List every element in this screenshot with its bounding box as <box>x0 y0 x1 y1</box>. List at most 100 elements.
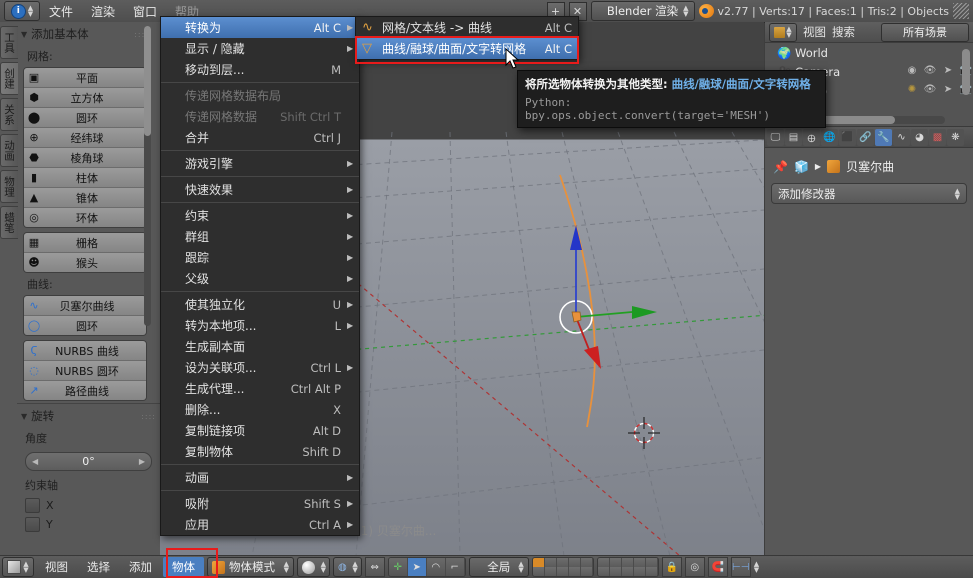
tab-grease-pencil[interactable]: 蜡笔 <box>0 206 18 239</box>
outliner-editor-type-selector[interactable]: ▲▼ <box>769 23 797 42</box>
snap-during-transform-button[interactable]: ⇔ <box>365 557 385 577</box>
tab-create[interactable]: 创建 <box>0 62 18 95</box>
menu-file[interactable]: 文件 <box>40 3 82 20</box>
tab-object-icon[interactable]: ⬛ <box>839 129 856 146</box>
tab-modifier-icon[interactable]: 🔧 <box>875 129 892 146</box>
layer-cell[interactable] <box>557 558 569 567</box>
layer-cell[interactable] <box>634 567 646 576</box>
add-nurbs-curve-button[interactable]: Ϛ NURBS 曲线 <box>24 341 146 361</box>
menu-item-convert-to[interactable]: 转换为 Alt C ▶ <box>161 17 359 38</box>
layer-cell[interactable] <box>533 558 545 567</box>
outliner-menu-view[interactable]: 视图 <box>803 24 826 40</box>
layer-cell[interactable] <box>557 567 569 576</box>
layer-cell[interactable] <box>533 567 545 576</box>
layer-cell[interactable] <box>598 558 610 567</box>
tab-world-icon[interactable]: 🌐 <box>821 129 838 146</box>
menu-item-make-single-user[interactable]: 使其独立化 U ▶ <box>161 294 359 315</box>
menu-item-duplicate-linked[interactable]: 复制链接项 Alt D <box>161 420 359 441</box>
checkbox-icon[interactable] <box>25 498 40 513</box>
eye-icon[interactable]: 👁 <box>923 84 937 97</box>
tab-animation[interactable]: 动画 <box>0 134 18 167</box>
arrow-right-icon[interactable]: ▶ <box>139 457 145 466</box>
tab-render-layers-icon[interactable]: ▤ <box>785 129 802 146</box>
menu-item-join[interactable]: 合并 Ctrl J <box>161 127 359 148</box>
axis-x-row[interactable]: X <box>17 496 160 515</box>
tab-tools[interactable]: 工具 <box>0 26 18 59</box>
panel-header-rotate[interactable]: ▼ 旋转 :::: <box>17 404 160 427</box>
menu-item-parent[interactable]: 父级 ▶ <box>161 268 359 289</box>
tab-constraints-icon[interactable]: 🔗 <box>857 129 874 146</box>
proportional-edit-button[interactable]: ◎ <box>685 557 705 577</box>
menu-item-track[interactable]: 跟踪 ▶ <box>161 247 359 268</box>
add-bezier-circle-button[interactable]: ◯ 圆环 <box>24 316 146 335</box>
tab-data-icon[interactable]: ∿ <box>893 129 910 146</box>
add-monkey-button[interactable]: ☻ 猴头 <box>24 253 146 272</box>
tab-relations[interactable]: 关系 <box>0 98 18 131</box>
layer-cell[interactable] <box>545 558 557 567</box>
toolshelf-scrollbar[interactable] <box>144 26 151 326</box>
menu-item-snap[interactable]: 吸附 Shift S ▶ <box>161 493 359 514</box>
arrow-left-icon[interactable]: ◀ <box>32 457 38 466</box>
tab-scene-icon[interactable]: 🜨 <box>803 129 820 146</box>
layer-cell[interactable] <box>646 567 658 576</box>
scale-manipulator-button[interactable]: ⌐ <box>446 558 465 576</box>
submenu-item-mesh-text-to-curve[interactable]: ∿ 网格/文本线 -> 曲线 Alt C <box>356 17 578 38</box>
convert-to-submenu[interactable]: ∿ 网格/文本线 -> 曲线 Alt C ▽ 曲线/融球/曲面/文字转网格 Al… <box>355 16 579 60</box>
menu-item-duplicate-objects[interactable]: 复制物体 Shift D <box>161 441 359 462</box>
menu-item-show-hide[interactable]: 显示 / 隐藏 ▶ <box>161 38 359 59</box>
menu-item-group[interactable]: 群组 ▶ <box>161 226 359 247</box>
view3d-menu-view[interactable]: 视图 <box>37 559 76 575</box>
pivot-point-selector[interactable]: ◍ ▲▼ <box>333 557 362 577</box>
view3d-editor-type-selector[interactable]: ▲▼ <box>2 557 34 577</box>
cursor-arrow-icon[interactable]: ➤ <box>941 84 955 97</box>
add-circle-button[interactable]: ⬤ 圆环 <box>24 108 146 128</box>
menu-item-make-dupli-face[interactable]: 生成副本面 <box>161 336 359 357</box>
viewport-shading-selector[interactable]: ▲▼ <box>297 557 330 577</box>
add-plane-button[interactable]: ▣ 平面 <box>24 68 146 88</box>
outliner-vertical-scrollbar[interactable] <box>962 49 970 95</box>
layer-cell[interactable] <box>598 567 610 576</box>
outliner-display-mode[interactable]: 所有场景 <box>881 23 969 42</box>
manipulator-toggle-button[interactable]: ✛ <box>389 558 408 576</box>
menu-item-move-to-layer[interactable]: 移动到层... M <box>161 59 359 80</box>
menu-render[interactable]: 渲染 <box>82 3 124 20</box>
menu-item-quick-effects[interactable]: 快速效果 ▶ <box>161 179 359 200</box>
menu-item-make-local[interactable]: 转为本地项... L ▶ <box>161 315 359 336</box>
add-cone-button[interactable]: ▲ 锥体 <box>24 188 146 208</box>
layer-cell[interactable] <box>581 567 593 576</box>
panel-header-add-primitive[interactable]: ▼ 添加基本体 :::: <box>17 22 153 45</box>
axis-y-row[interactable]: Y <box>17 515 160 534</box>
rotate-manipulator-button[interactable]: ◠ <box>427 558 446 576</box>
submenu-item-curve-meta-surf-text-to-mesh[interactable]: ▽ 曲线/融球/曲面/文字转网格 Alt C <box>356 38 578 59</box>
translate-manipulator-button[interactable]: ➤ <box>408 558 427 576</box>
menu-item-game-engine[interactable]: 游戏引擎 ▶ <box>161 153 359 174</box>
layer-cell[interactable] <box>581 558 593 567</box>
menu-item-delete[interactable]: 删除... X <box>161 399 359 420</box>
lamp-data-icon[interactable]: ✺ <box>905 84 919 97</box>
tab-texture-icon[interactable]: ▩ <box>929 129 946 146</box>
cursor-arrow-icon[interactable]: ➤ <box>941 65 955 78</box>
resize-grip-icon[interactable] <box>953 3 969 19</box>
info-editor-type-selector[interactable]: i ▲▼ <box>4 1 40 21</box>
menu-item-apply[interactable]: 应用 Ctrl A ▶ <box>161 514 359 535</box>
outliner-menu-search[interactable]: 搜索 <box>832 24 855 40</box>
view3d-menu-add[interactable]: 添加 <box>121 559 160 575</box>
outliner-row-world[interactable]: 🌍 World <box>765 43 973 62</box>
add-grid-button[interactable]: ▦ 栅格 <box>24 233 146 253</box>
checkbox-icon[interactable] <box>25 517 40 532</box>
add-cylinder-button[interactable]: ▮ 柱体 <box>24 168 146 188</box>
render-engine-selector[interactable]: Blender 渲染 ▲▼ <box>591 1 695 21</box>
scene-layers-block-2[interactable] <box>597 557 659 577</box>
menu-item-make-links[interactable]: 设为关联项... Ctrl L ▶ <box>161 357 359 378</box>
layer-cell[interactable] <box>610 567 622 576</box>
view3d-menu-object[interactable]: 物体 <box>163 557 204 577</box>
layer-cell[interactable] <box>569 567 581 576</box>
lock-layers-button[interactable]: 🔒 <box>662 557 682 577</box>
layer-cell[interactable] <box>610 558 622 567</box>
layer-cell[interactable] <box>646 558 658 567</box>
add-path-curve-button[interactable]: ↗ 路径曲线 <box>24 381 146 400</box>
layer-cell[interactable] <box>545 567 557 576</box>
drag-dots-icon[interactable]: :::: <box>141 412 156 421</box>
pin-icon[interactable]: 📌 <box>773 160 788 174</box>
eye-icon[interactable]: 👁 <box>923 65 937 78</box>
